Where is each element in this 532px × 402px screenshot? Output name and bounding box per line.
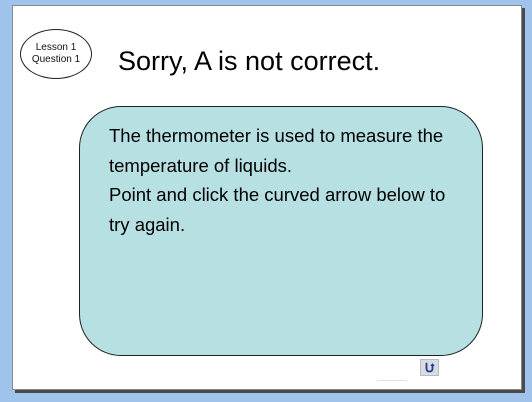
feedback-explanation: The thermometer is used to measure the t… bbox=[109, 125, 444, 176]
divider bbox=[377, 380, 407, 381]
feedback-box: The thermometer is used to measure the t… bbox=[79, 106, 483, 356]
question-label: Question 1 bbox=[31, 54, 81, 65]
lesson-label: Lesson 1 bbox=[35, 42, 77, 53]
feedback-title: Sorry, A is not correct. bbox=[118, 46, 381, 76]
lesson-badge: Lesson 1 Question 1 bbox=[20, 29, 92, 79]
slide: Lesson 1 Question 1 Sorry, A is not corr… bbox=[12, 5, 522, 390]
try-again-button[interactable] bbox=[420, 359, 439, 376]
feedback-instruction: Point and click the curved arrow below t… bbox=[109, 184, 446, 235]
curved-arrow-icon bbox=[425, 362, 435, 373]
